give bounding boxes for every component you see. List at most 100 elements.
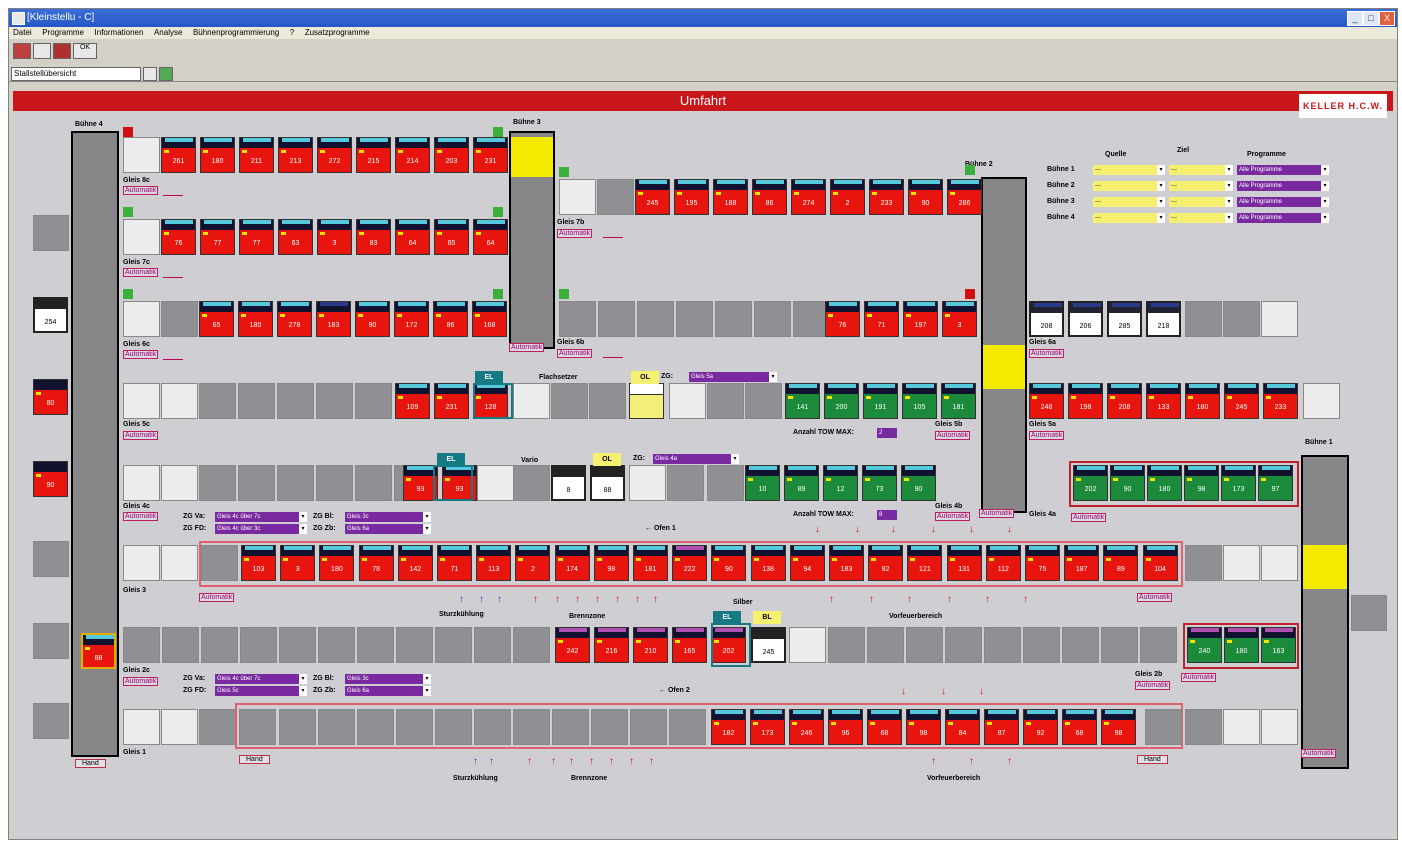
kiln-car[interactable]: 188 — [713, 179, 748, 215]
gleis3-mode[interactable]: Automatik — [199, 593, 235, 602]
kiln-car[interactable]: 82 — [868, 545, 904, 581]
kiln-car[interactable]: 98 — [1101, 709, 1136, 745]
zg-select-4[interactable]: Gleis 4a ▾ — [653, 454, 739, 464]
kiln-car[interactable]: 272 — [317, 137, 352, 173]
kiln-car[interactable]: 203 — [434, 137, 469, 173]
kiln-car[interactable]: 208 — [1107, 383, 1142, 419]
gleis2c-mode[interactable]: Automatik — [123, 677, 159, 686]
quelle-select[interactable]: --- ▾ — [1093, 197, 1165, 207]
kiln-car[interactable]: 103 — [241, 545, 276, 581]
kiln-car[interactable]: 218 — [1146, 301, 1181, 337]
kiln-car[interactable]: 202 — [1073, 465, 1108, 501]
kiln-car[interactable]: 3 — [280, 545, 316, 581]
arrow-icon[interactable] — [33, 43, 51, 59]
zgfd-select-2[interactable]: Gleis 5c ▾ — [215, 686, 307, 696]
kiln-car[interactable]: 165 — [672, 627, 707, 663]
kiln-car[interactable]: 222 — [672, 545, 708, 581]
programme-select[interactable]: Alle Programme ▾ — [1237, 213, 1329, 223]
menu-analyse[interactable]: Analyse — [150, 27, 186, 39]
grid-icon[interactable] — [143, 67, 157, 81]
anzahl4-value[interactable]: 8 — [877, 510, 897, 520]
kiln-car[interactable]: 97 — [1258, 465, 1293, 501]
refresh-icon[interactable] — [159, 67, 173, 81]
kiln-car[interactable]: 85 — [434, 219, 469, 255]
kiln-car[interactable]: 141 — [785, 383, 820, 419]
buehne2-transfer[interactable] — [981, 177, 1027, 513]
gleis2b-alt-mode[interactable]: Automatik — [1181, 673, 1217, 682]
kiln-car[interactable]: 104 — [1142, 545, 1178, 581]
buehne3-transfer[interactable] — [509, 131, 555, 349]
gleis8c-mode[interactable]: Automatik — [123, 186, 159, 195]
kiln-car[interactable]: 63 — [278, 219, 313, 255]
kiln-car[interactable]: 88 — [590, 465, 625, 501]
kiln-car[interactable]: 78 — [358, 545, 394, 581]
quelle-select[interactable]: --- ▾ — [1093, 165, 1165, 175]
kiln-car[interactable]: 89 — [784, 465, 819, 501]
kiln-car[interactable]: 180 — [1185, 383, 1220, 419]
gleis4b-mode[interactable]: Automatik — [935, 512, 971, 521]
gleis7c-mode[interactable]: Automatik — [123, 268, 159, 277]
kiln-car[interactable]: 245 — [635, 179, 670, 215]
gleis1-hand[interactable]: Hand — [239, 755, 270, 764]
gleis3-end-mode[interactable]: Automatik — [1137, 593, 1173, 602]
kiln-car[interactable]: 86 — [752, 179, 787, 215]
kiln-car[interactable]: 206 — [1068, 301, 1103, 337]
gleis6c-mode[interactable]: Automatik — [123, 350, 159, 359]
kiln-car[interactable]: 180 — [200, 137, 235, 173]
zgva-select-4[interactable]: Gleis 4c über 7c ▾ — [215, 512, 307, 522]
kiln-car[interactable]: 180 — [319, 545, 355, 581]
kiln-car[interactable]: 3 — [942, 301, 977, 337]
maximize-button[interactable]: □ — [1363, 11, 1379, 26]
side-car-5c[interactable]: 80 — [33, 379, 68, 415]
programme-select[interactable]: Alle Programme ▾ — [1237, 197, 1329, 207]
kiln-car[interactable]: 90 — [355, 301, 390, 337]
print-icon[interactable] — [53, 43, 71, 59]
kiln-car[interactable]: 172 — [394, 301, 429, 337]
kiln-car[interactable]: 76 — [825, 301, 860, 337]
kiln-car[interactable]: 86 — [433, 301, 468, 337]
zgfd-select-4[interactable]: Gleis 4c über 3c ▾ — [215, 524, 307, 534]
side-car-254[interactable]: 254 — [33, 297, 68, 333]
kiln-car[interactable]: 8 — [551, 465, 586, 501]
kiln-car[interactable]: 83 — [356, 219, 391, 255]
view-select[interactable]: Stallstellübersicht — [11, 67, 141, 81]
gleis6b-mode[interactable]: Automatik — [557, 349, 593, 358]
kiln-car[interactable]: 68 — [1062, 709, 1097, 745]
kiln-car[interactable]: 98 — [906, 709, 941, 745]
programme-select[interactable]: Alle Programme ▾ — [1237, 181, 1329, 191]
kiln-car[interactable]: 242 — [555, 627, 590, 663]
tool-icon-1[interactable] — [13, 43, 31, 59]
buehne2-mode[interactable]: Automatik — [979, 509, 1015, 518]
kiln-car[interactable]: 211 — [239, 137, 274, 173]
kiln-car[interactable]: 84 — [945, 709, 980, 745]
kiln-car[interactable]: 76 — [161, 219, 196, 255]
buehne4-hand[interactable]: Hand — [75, 759, 106, 768]
minimize-button[interactable]: _ — [1347, 11, 1363, 26]
kiln-car[interactable]: 286 — [947, 179, 982, 215]
kiln-car[interactable]: 208 — [1029, 301, 1064, 337]
menu-informationen[interactable]: Informationen — [91, 27, 148, 39]
menu-datei[interactable]: Datei — [9, 27, 36, 39]
kiln-car[interactable]: 112 — [985, 545, 1021, 581]
gleis4a-mode[interactable]: Automatik — [1071, 513, 1107, 522]
kiln-car[interactable]: 133 — [1146, 383, 1181, 419]
kiln-car[interactable]: 98 — [593, 545, 629, 581]
buehne3-mode[interactable]: Automatik — [509, 343, 545, 352]
kiln-car[interactable]: 90 — [1110, 465, 1145, 501]
buehne1-transfer[interactable] — [1301, 455, 1349, 769]
kiln-car[interactable]: 71 — [437, 545, 472, 581]
kiln-car[interactable]: 181 — [633, 545, 668, 581]
kiln-car[interactable]: 210 — [633, 627, 668, 663]
ziel-select[interactable]: --- ▾ — [1169, 181, 1233, 191]
kiln-car[interactable]: 90 — [711, 545, 747, 581]
kiln-car[interactable]: 233 — [1263, 383, 1298, 419]
kiln-car[interactable]: 173 — [750, 709, 785, 745]
gleis7b-mode[interactable]: Automatik — [557, 229, 593, 238]
kiln-car[interactable]: 174 — [554, 545, 590, 581]
kiln-car[interactable]: 96 — [828, 709, 863, 745]
kiln-car[interactable]: 245 — [751, 627, 786, 663]
kiln-car[interactable]: 10 — [745, 465, 780, 501]
side-car-4c[interactable]: 90 — [33, 461, 68, 497]
kiln-car[interactable]: 274 — [791, 179, 826, 215]
kiln-car[interactable]: 261 — [161, 137, 196, 173]
